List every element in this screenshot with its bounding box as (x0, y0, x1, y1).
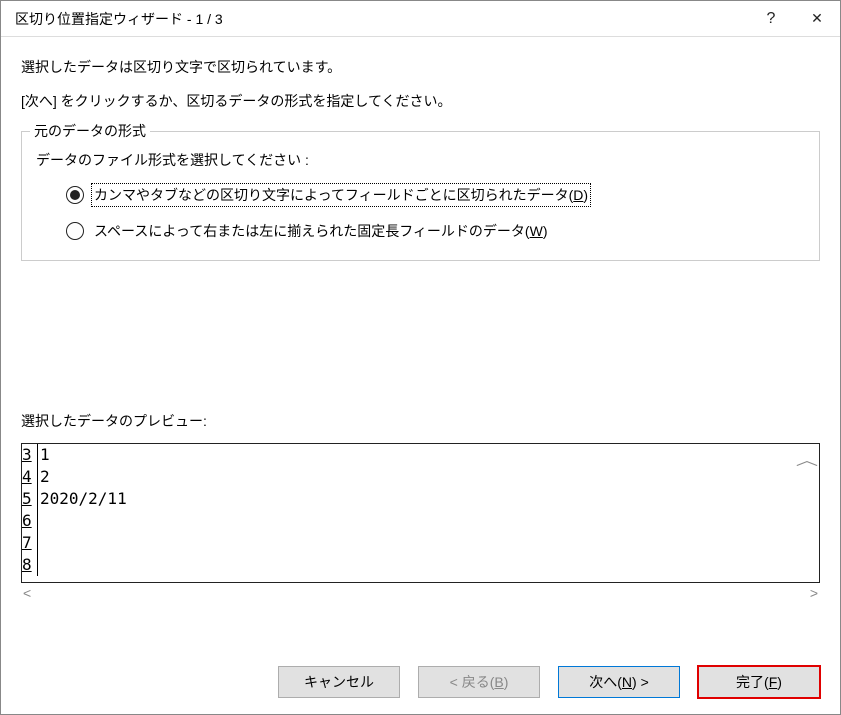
radio-delimited-indicator (66, 186, 84, 204)
dialog-content: 選択したデータは区切り文字で区切られています。 [次へ] をクリックするか、区切… (1, 37, 840, 652)
vertical-scrollbar[interactable]: ︿ (795, 444, 819, 582)
table-row: 7 (22, 532, 795, 554)
preview-box: 31 42 52020/2/11 6 7 8 ︿ (21, 443, 820, 583)
horizontal-scrollbar[interactable]: < > (21, 583, 820, 601)
fieldset-legend: 元のデータの形式 (30, 121, 150, 141)
intro-text-2: [次へ] をクリックするか、区切るデータの形式を指定してください。 (21, 91, 820, 111)
close-button[interactable]: ✕ (794, 1, 840, 37)
intro-text-1: 選択したデータは区切り文字で区切られています。 (21, 57, 820, 77)
preview-table: 31 42 52020/2/11 6 7 8 (22, 444, 795, 582)
radio-delimited[interactable]: カンマやタブなどの区切り文字によってフィールドごとに区切られたデータ(D) (66, 184, 805, 206)
table-row: 42 (22, 466, 795, 488)
table-row: 52020/2/11 (22, 488, 795, 510)
cancel-button[interactable]: キャンセル (278, 666, 400, 698)
data-format-fieldset: 元のデータの形式 データのファイル形式を選択してください : カンマやタブなどの… (21, 131, 820, 261)
table-row: 31 (22, 444, 795, 466)
format-prompt: データのファイル形式を選択してください : (36, 150, 805, 170)
finish-button[interactable]: 完了(F) (698, 666, 820, 698)
scroll-left-icon: < (23, 585, 31, 601)
help-button[interactable]: ? (748, 1, 794, 37)
radio-delimited-label: カンマやタブなどの区切り文字によってフィールドごとに区切られたデータ(D) (92, 184, 590, 206)
scroll-up-icon: ︿ (796, 450, 818, 470)
table-row: 6 (22, 510, 795, 532)
dialog-footer: キャンセル < 戻る(B) 次へ(N) > 完了(F) (1, 652, 840, 714)
radio-fixed-width[interactable]: スペースによって右または左に揃えられた固定長フィールドのデータ(W) (66, 220, 805, 242)
scroll-right-icon: > (810, 585, 818, 601)
back-button: < 戻る(B) (418, 666, 540, 698)
preview-label: 選択したデータのプレビュー: (21, 411, 820, 431)
next-button[interactable]: 次へ(N) > (558, 666, 680, 698)
table-row: 8 (22, 554, 795, 576)
radio-fixed-width-indicator (66, 222, 84, 240)
titlebar: 区切り位置指定ウィザード - 1 / 3 ? ✕ (1, 1, 840, 37)
radio-fixed-width-label: スペースによって右または左に揃えられた固定長フィールドのデータ(W) (92, 220, 549, 242)
window-title: 区切り位置指定ウィザード - 1 / 3 (15, 9, 748, 29)
